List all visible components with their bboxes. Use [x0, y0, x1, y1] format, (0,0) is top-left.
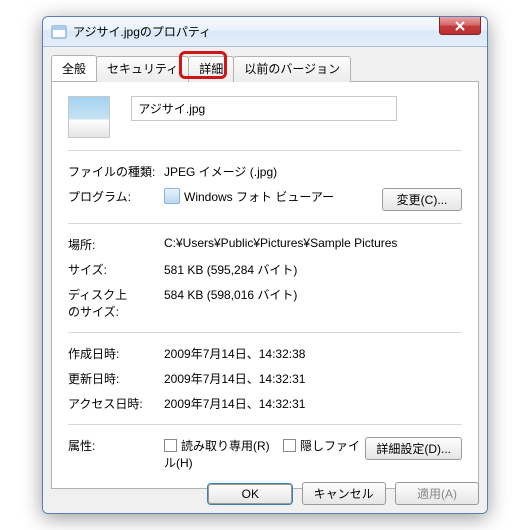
label-size: サイズ:: [68, 261, 164, 278]
value-attributes: 読み取り専用(R) 隠しファイル(H): [164, 437, 365, 471]
tabbar: 全般 セキュリティ 詳細 以前のバージョン: [51, 55, 479, 81]
window-icon: [51, 24, 67, 40]
separator: [68, 332, 462, 333]
separator: [68, 424, 462, 425]
tab-general[interactable]: 全般: [51, 55, 97, 81]
label-filetype: ファイルの種類:: [68, 163, 164, 180]
tab-security[interactable]: セキュリティ: [96, 56, 189, 82]
change-program-button[interactable]: 変更(C)...: [382, 188, 462, 211]
value-size: 581 KB (595,284 バイト): [164, 261, 462, 278]
properties-dialog: アジサイ.jpgのプロパティ 全般 セキュリティ 詳細 以前のバージョン アジサ…: [42, 16, 488, 514]
separator: [68, 150, 462, 151]
row-size: サイズ: 581 KB (595,284 バイト): [68, 261, 462, 278]
row-accessed: アクセス日時: 2009年7月14日、14:32:31: [68, 395, 462, 412]
label-attributes: 属性:: [68, 437, 164, 471]
advanced-attributes-button[interactable]: 詳細設定(D)...: [365, 437, 462, 460]
row-filetype: ファイルの種類: JPEG イメージ (.jpg): [68, 163, 462, 180]
value-filetype: JPEG イメージ (.jpg): [164, 163, 462, 180]
ok-button[interactable]: OK: [208, 484, 292, 504]
filename-input[interactable]: アジサイ.jpg: [131, 96, 397, 121]
cancel-button[interactable]: キャンセル: [302, 482, 386, 505]
apply-button[interactable]: 適用(A): [395, 482, 479, 505]
dialog-footer: OK キャンセル 適用(A): [51, 482, 479, 505]
row-location: 場所: C:¥Users¥Public¥Pictures¥Sample Pict…: [68, 236, 462, 253]
tab-previous-versions[interactable]: 以前のバージョン: [233, 56, 351, 82]
row-program: プログラム: Windows フォト ビューアー 変更(C)...: [68, 188, 462, 211]
close-icon: [455, 21, 465, 31]
separator: [68, 223, 462, 224]
value-modified: 2009年7月14日、14:32:31: [164, 370, 462, 387]
value-accessed: 2009年7月14日、14:32:31: [164, 395, 462, 412]
file-header: アジサイ.jpg: [68, 96, 462, 138]
label-created: 作成日時:: [68, 345, 164, 362]
value-created: 2009年7月14日、14:32:38: [164, 345, 462, 362]
row-modified: 更新日時: 2009年7月14日、14:32:31: [68, 370, 462, 387]
label-modified: 更新日時:: [68, 370, 164, 387]
row-attributes: 属性: 読み取り専用(R) 隠しファイル(H) 詳細設定(D)...: [68, 437, 462, 471]
value-size-on-disk: 584 KB (598,016 バイト): [164, 286, 462, 320]
label-location: 場所:: [68, 236, 164, 253]
checkbox-icon: [164, 439, 177, 452]
row-size-on-disk: ディスク上 のサイズ: 584 KB (598,016 バイト): [68, 286, 462, 320]
row-created: 作成日時: 2009年7月14日、14:32:38: [68, 345, 462, 362]
window-title: アジサイ.jpgのプロパティ: [73, 23, 211, 40]
program-icon: [164, 188, 180, 204]
tab-details[interactable]: 詳細: [188, 56, 234, 82]
readonly-checkbox[interactable]: 読み取り専用(R): [164, 439, 270, 453]
value-program: Windows フォト ビューアー: [164, 188, 382, 211]
label-program: プログラム:: [68, 188, 164, 211]
value-location: C:¥Users¥Public¥Pictures¥Sample Pictures: [164, 236, 462, 253]
tab-panel-general: アジサイ.jpg ファイルの種類: JPEG イメージ (.jpg) プログラム…: [51, 81, 479, 489]
label-accessed: アクセス日時:: [68, 395, 164, 412]
checkbox-icon: [283, 439, 296, 452]
titlebar[interactable]: アジサイ.jpgのプロパティ: [43, 17, 487, 47]
close-button[interactable]: [439, 17, 481, 35]
label-size-on-disk: ディスク上 のサイズ:: [68, 286, 164, 320]
dialog-body: 全般 セキュリティ 詳細 以前のバージョン アジサイ.jpg ファイルの種類: …: [43, 47, 487, 513]
file-thumbnail: [68, 96, 110, 138]
